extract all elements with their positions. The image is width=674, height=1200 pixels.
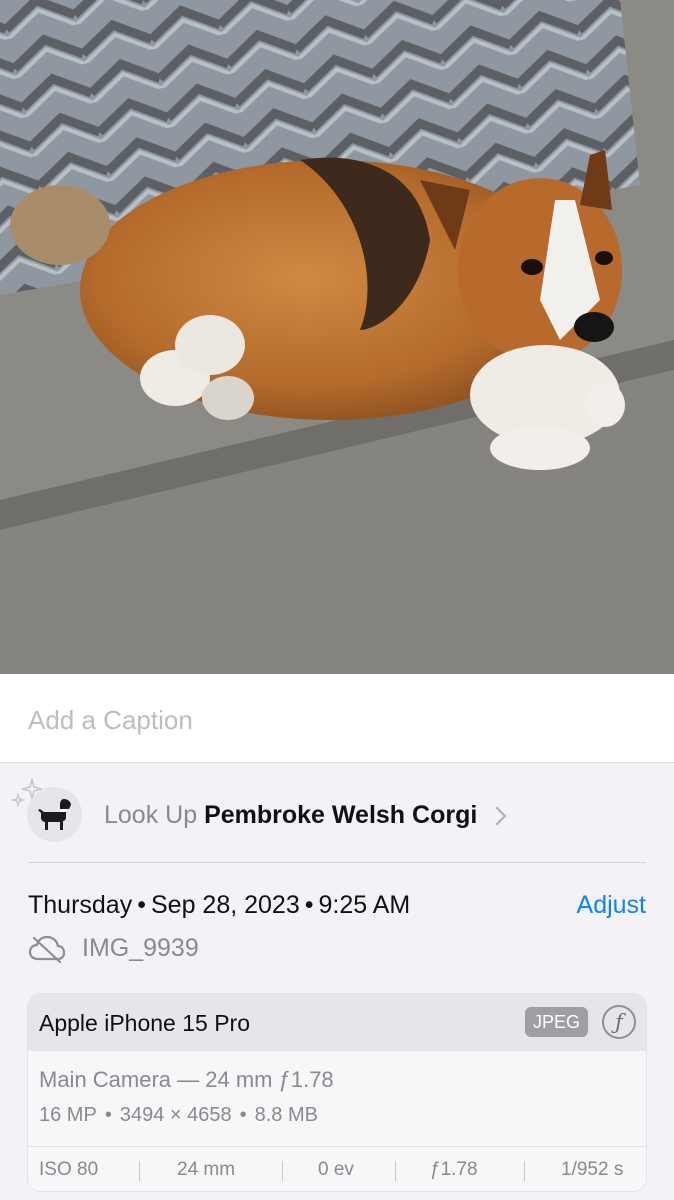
caption-input[interactable] bbox=[28, 702, 648, 738]
exif-exposure-value: 0 ev bbox=[318, 1159, 354, 1180]
megapixels: 16 MP bbox=[39, 1104, 97, 1126]
look-up-breed-name: Pembroke Welsh Corgi bbox=[204, 801, 478, 829]
device-name: Apple iPhone 15 Pro bbox=[39, 1010, 250, 1036]
look-up-label: Look Up Pembroke Welsh Corgi bbox=[104, 801, 477, 830]
photo-info-panel: Look Up Pembroke Welsh Corgi Thursday • Se… bbox=[0, 763, 674, 1200]
file-size: 8.8 MB bbox=[254, 1104, 318, 1126]
divider bbox=[28, 862, 646, 863]
format-badge: JPEG bbox=[525, 1007, 588, 1037]
separator-dot: • bbox=[137, 891, 146, 919]
file-name: IMG_9939 bbox=[82, 934, 199, 962]
pixel-dimensions: 3494 × 4658 bbox=[119, 1104, 232, 1126]
separator-dot: • bbox=[239, 1104, 247, 1126]
separator-dot: • bbox=[304, 891, 314, 919]
exif-focal-length: 24 mm bbox=[177, 1159, 236, 1180]
image-specs: 16 MP • 3494 × 4658 • 8.8 MB bbox=[39, 1104, 318, 1127]
camera-card-body: Main Camera — 24 mm ƒ1.78 16 MP • 3494 × 4… bbox=[28, 1051, 646, 1146]
aperture-f-icon[interactable]: ƒ bbox=[602, 1005, 636, 1039]
look-up-prefix: Look Up bbox=[104, 801, 198, 829]
exif-separator bbox=[282, 1161, 283, 1181]
caption-area bbox=[0, 674, 674, 763]
camera-card-header: Apple iPhone 15 Pro JPEG ƒ bbox=[28, 994, 646, 1051]
capture-date: Sep 28, 2023 bbox=[150, 891, 300, 919]
camera-details-card: Apple iPhone 15 Pro JPEG ƒ Main Camera —… bbox=[27, 993, 647, 1192]
exif-iso: ISO 80 bbox=[39, 1159, 99, 1180]
chevron-right-icon bbox=[495, 806, 507, 826]
lens-info: Main Camera — 24 mm ƒ1.78 bbox=[39, 1067, 334, 1092]
capture-day: Thursday bbox=[28, 891, 133, 919]
exif-shutter-speed: 1/952 s bbox=[561, 1159, 624, 1180]
photo-viewer[interactable] bbox=[0, 0, 674, 674]
capture-date-time: Thursday • Sep 28, 2023 • 9:25 AM bbox=[28, 891, 410, 920]
capture-time: 9:25 AM bbox=[318, 891, 411, 919]
cloud-off-icon bbox=[28, 935, 66, 963]
exif-aperture: ƒ1.78 bbox=[430, 1159, 478, 1180]
exif-separator bbox=[395, 1161, 396, 1181]
adjust-button[interactable]: Adjust bbox=[577, 891, 646, 920]
dog-lookup-badge bbox=[27, 787, 82, 842]
separator-dot: • bbox=[104, 1104, 112, 1126]
exif-row: ISO 80 24 mm 0 ev ƒ1.78 1/952 s bbox=[28, 1146, 646, 1191]
corgi-photo bbox=[0, 0, 674, 674]
exif-separator bbox=[524, 1161, 525, 1181]
exif-separator bbox=[139, 1161, 140, 1181]
look-up-row[interactable]: Look Up Pembroke Welsh Corgi bbox=[0, 763, 674, 863]
dog-icon bbox=[38, 799, 71, 830]
